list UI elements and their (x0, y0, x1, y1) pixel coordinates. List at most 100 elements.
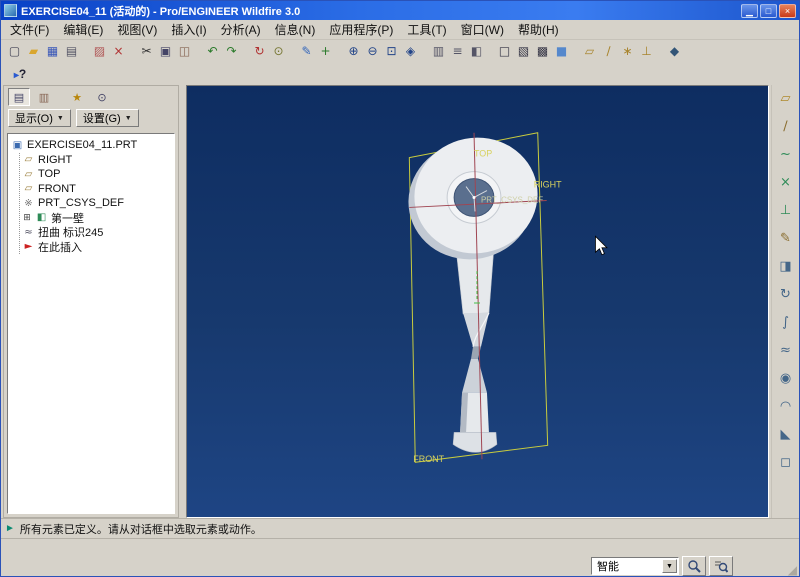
open-folder-button[interactable]: ▰ (24, 42, 43, 61)
menu-tools[interactable]: 工具(T) (400, 19, 453, 40)
menu-file[interactable]: 文件(F) (3, 19, 56, 40)
shell-tool-button[interactable]: ◻ (775, 453, 797, 473)
menu-edit[interactable]: 编辑(E) (56, 19, 110, 40)
resize-grip[interactable]: ◢ (788, 563, 797, 577)
wall-feature-icon: ◧ (35, 212, 48, 223)
revolve-tool-button[interactable]: ↻ (775, 285, 797, 305)
datum-planes-toggle-button[interactable]: ▱ (580, 42, 599, 61)
hidden-line-button[interactable]: ▧ (514, 42, 533, 61)
expand-icon[interactable]: ⊞ (22, 213, 32, 222)
sweep-tool-button[interactable]: ∫ (775, 313, 797, 333)
menu-window[interactable]: 窗口(W) (454, 19, 511, 40)
insert-marker-icon: ► (22, 241, 35, 252)
label-front: FRONT (413, 454, 444, 464)
toolbar-group: ✂▣◫ (137, 42, 194, 61)
datum-axis-tool-button[interactable]: ∕ (775, 117, 797, 137)
cut-button[interactable]: ✂ (137, 42, 156, 61)
curve-tool-button[interactable]: ~ (775, 145, 797, 165)
model-tree-tab[interactable]: ▤ (8, 88, 30, 106)
show-menu-button[interactable]: 显示(O)▼ (8, 109, 71, 127)
application-window: EXERCISE04_11 (活动的) - Pro/ENGINEER Wildf… (0, 0, 800, 577)
menu-analysis[interactable]: 分析(A) (214, 19, 268, 40)
round-tool-button[interactable]: ◠ (775, 397, 797, 417)
selection-filter-combo[interactable]: 智能 ▼ (591, 557, 679, 575)
menu-view[interactable]: 视图(V) (110, 19, 164, 40)
refit-button[interactable]: ⊡ (382, 42, 401, 61)
tree-item-1[interactable]: ▱RIGHT (22, 153, 171, 168)
3d-model-canvas: TOP RIGHT FRONT PRT_CSYS_DEF (187, 86, 768, 517)
tree-item-3[interactable]: ▱FRONT (22, 182, 171, 197)
context-help-button[interactable]: ▸? (7, 65, 33, 84)
saved-views-button[interactable]: ▥ (429, 42, 448, 61)
window-title: EXERCISE04_11 (活动的) - Pro/ENGINEER Wildf… (21, 3, 737, 19)
folder-browser-tab[interactable]: ▥ (33, 88, 55, 106)
menu-info[interactable]: 信息(N) (268, 19, 323, 40)
datum-points-toggle-button[interactable]: ∗ (618, 42, 637, 61)
erase-button[interactable]: ▨ (90, 42, 109, 61)
select-from-list-button[interactable] (709, 556, 733, 576)
reorient-button[interactable]: ◈ (401, 42, 420, 61)
status-bar: ► 所有元素已定义。请从对话框中选取元素或动作。 (1, 518, 799, 538)
paste-button[interactable]: ◫ (175, 42, 194, 61)
tree-item-label: PRT_CSYS_DEF (38, 197, 124, 209)
blend-tool-button[interactable]: ≈ (775, 341, 797, 361)
graphics-viewport[interactable]: TOP RIGHT FRONT PRT_CSYS_DEF (186, 85, 769, 518)
datum-point-tool-button[interactable]: × (775, 173, 797, 193)
extrude-tool-button[interactable]: ◨ (775, 257, 797, 277)
repaint-button[interactable]: ✎ (297, 42, 316, 61)
toolbar-group: ▥≡◧ (429, 42, 486, 61)
regenerate-button[interactable]: ↻ (250, 42, 269, 61)
history-tab[interactable]: ⊙ (91, 88, 113, 106)
menu-applications[interactable]: 应用程序(P) (322, 19, 400, 40)
settings-menu-label: 设置(G) (83, 110, 121, 126)
app-icon (4, 4, 17, 17)
wireframe-button[interactable]: □ (495, 42, 514, 61)
minimize-button[interactable]: ▁ (741, 4, 758, 18)
copy-button[interactable]: ▣ (156, 42, 175, 61)
save-button[interactable]: ▦ (43, 42, 62, 61)
no-hidden-button[interactable]: ▩ (533, 42, 552, 61)
find-button[interactable]: ⊙ (269, 42, 288, 61)
delete-button[interactable]: × (109, 42, 128, 61)
chevron-down-icon[interactable]: ▼ (662, 559, 677, 573)
coordinate-system-tool-button[interactable]: ⊥ (775, 201, 797, 221)
new-file-button[interactable]: ▢ (5, 42, 24, 61)
zoom-out-button[interactable]: ⊖ (363, 42, 382, 61)
print-button[interactable]: ▤ (62, 42, 81, 61)
navigator-panel: ▤▥ ★⊙ 显示(O)▼ 设置(G)▼ ▣EXERCISE04_11.PRT▱RI… (3, 85, 179, 518)
tree-item-4[interactable]: ※PRT_CSYS_DEF (22, 196, 171, 211)
maximize-button[interactable]: □ (760, 4, 777, 18)
interface-button[interactable]: ◆ (665, 42, 684, 61)
twist-feature-icon: ≈ (22, 227, 35, 238)
magnifier-icon (687, 559, 701, 573)
redo-button[interactable]: ↷ (222, 42, 241, 61)
chamfer-tool-button[interactable]: ◣ (775, 425, 797, 445)
favorites-tab[interactable]: ★ (66, 88, 88, 106)
settings-menu-button[interactable]: 设置(G)▼ (76, 109, 139, 127)
tree-controls: 显示(O)▼ 设置(G)▼ (4, 108, 178, 130)
hole-tool-button[interactable]: ◉ (775, 369, 797, 389)
layers-button[interactable]: ≡ (448, 42, 467, 61)
menu-help[interactable]: 帮助(H) (511, 19, 566, 40)
zoom-in-button[interactable]: ⊕ (344, 42, 363, 61)
tree-item-0[interactable]: ▣EXERCISE04_11.PRT (11, 138, 171, 153)
datum-csys-toggle-button[interactable]: ⊥ (637, 42, 656, 61)
tree-item-6[interactable]: ≈扭曲 标识245 (22, 225, 171, 240)
datum-plane-icon: ▱ (22, 169, 35, 180)
tree-item-label: FRONT (38, 183, 76, 195)
menu-insert[interactable]: 插入(I) (164, 19, 213, 40)
datum-axes-toggle-button[interactable]: ∕ (599, 42, 618, 61)
undo-button[interactable]: ↶ (203, 42, 222, 61)
model-tree: ▣EXERCISE04_11.PRT▱RIGHT▱TOP▱FRONT※PRT_C… (7, 133, 175, 514)
view-manager-button[interactable]: ◧ (467, 42, 486, 61)
toolbar-group: ▢▰▦▤ (5, 42, 81, 61)
tree-item-2[interactable]: ▱TOP (22, 167, 171, 182)
shaded-button[interactable]: ■ (552, 42, 571, 61)
search-tool-button[interactable] (682, 556, 706, 576)
tree-item-5[interactable]: ⊞◧第一壁 (22, 211, 171, 226)
tree-item-7[interactable]: ►在此插入 (22, 240, 171, 255)
sketch-tool-button[interactable]: ✎ (775, 229, 797, 249)
close-button[interactable]: × (779, 4, 796, 18)
spin-center-button[interactable]: + (316, 42, 335, 61)
datum-plane-tool-button[interactable]: ▱ (775, 89, 797, 109)
